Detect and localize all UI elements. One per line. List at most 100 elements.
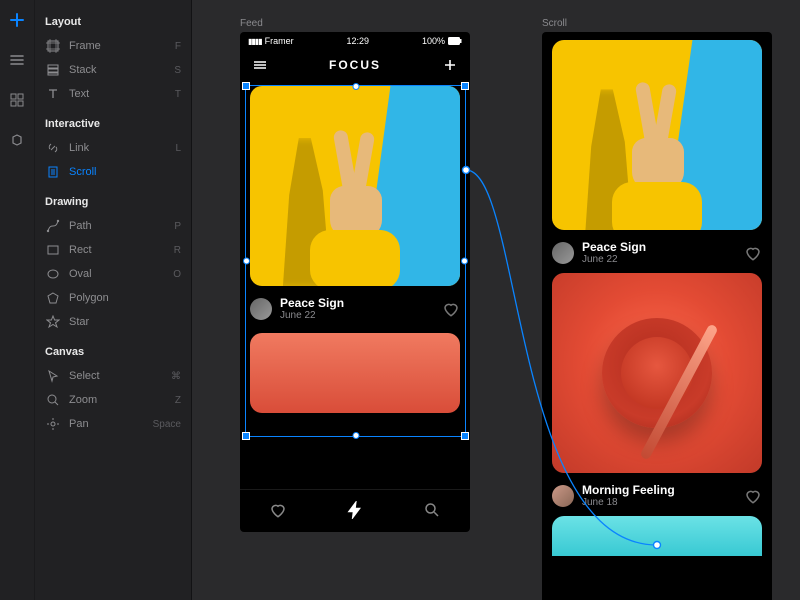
tool-pan[interactable]: Pan Space: [43, 412, 185, 436]
card-image: [250, 86, 460, 286]
tool-frame[interactable]: Frame F: [43, 34, 185, 58]
tool-label: Frame: [69, 40, 167, 52]
card-meta: Peace Sign June 22: [552, 240, 762, 265]
feed-card[interactable]: Peace Sign June 22: [250, 86, 460, 321]
hamburger-icon[interactable]: [252, 57, 268, 73]
add-button[interactable]: [3, 6, 31, 34]
scroll-frame[interactable]: Peace Sign June 22 Morning Feeling J: [542, 32, 772, 600]
shortcut: L: [175, 143, 181, 154]
group-title-canvas: Canvas: [45, 346, 185, 358]
shortcut: R: [174, 245, 181, 256]
tab-likes[interactable]: [269, 501, 287, 522]
design-canvas[interactable]: Feed Scroll ▮▮▮▮ Framer 12:29 100% FOCUS: [192, 0, 800, 600]
frame-label-scroll[interactable]: Scroll: [542, 18, 567, 29]
tool-polygon[interactable]: Polygon: [43, 286, 185, 310]
shortcut: O: [173, 269, 181, 280]
tool-path[interactable]: Path P: [43, 214, 185, 238]
frame-icon: [45, 38, 61, 54]
tool-zoom[interactable]: Zoom Z: [43, 388, 185, 412]
tool-label: Text: [69, 88, 167, 100]
group-title-layout: Layout: [45, 16, 185, 28]
battery-label: 100%: [422, 36, 445, 46]
shortcut: Z: [175, 395, 181, 406]
like-button[interactable]: [744, 244, 762, 262]
tool-label: Stack: [69, 64, 166, 76]
scroll-card[interactable]: Morning Feeling June 18: [552, 273, 762, 508]
tool-rect[interactable]: Rect R: [43, 238, 185, 262]
card-image: [552, 516, 762, 556]
scroll-card[interactable]: Peace Sign June 22: [552, 40, 762, 265]
card-image: [250, 333, 460, 413]
status-bar: ▮▮▮▮ Framer 12:29 100%: [240, 32, 470, 50]
plus-icon[interactable]: [442, 57, 458, 73]
star-icon: [45, 314, 61, 330]
stack-icon: [45, 62, 61, 78]
tool-text[interactable]: Text T: [43, 82, 185, 106]
app-title: FOCUS: [329, 58, 381, 72]
card-title: Peace Sign: [582, 240, 736, 254]
tool-label: Star: [69, 316, 173, 328]
text-icon: [45, 86, 61, 102]
tool-label: Path: [69, 220, 166, 232]
zoom-icon: [45, 392, 61, 408]
card-image: [552, 40, 762, 230]
tool-label: Select: [69, 370, 163, 382]
plus-icon: [9, 12, 25, 28]
tool-label: Link: [69, 142, 167, 154]
menu-button[interactable]: [3, 46, 31, 74]
tool-rail: [0, 0, 35, 600]
avatar[interactable]: [552, 242, 574, 264]
card-title: Morning Feeling: [582, 483, 736, 497]
insert-panel: Layout Frame F Stack S Text T Interactiv…: [35, 0, 192, 600]
tool-label: Polygon: [69, 292, 173, 304]
grid-icon: [9, 92, 25, 108]
avatar[interactable]: [552, 485, 574, 507]
tab-bar: [240, 489, 470, 532]
shortcut: P: [174, 221, 181, 232]
tool-oval[interactable]: Oval O: [43, 262, 185, 286]
feed-frame[interactable]: ▮▮▮▮ Framer 12:29 100% FOCUS: [240, 32, 470, 532]
card-image: [552, 273, 762, 473]
shortcut: F: [175, 41, 181, 52]
tool-scroll[interactable]: Scroll: [43, 160, 185, 184]
tool-label: Scroll: [69, 166, 173, 178]
path-icon: [45, 218, 61, 234]
oval-icon: [45, 266, 61, 282]
tool-stack[interactable]: Stack S: [43, 58, 185, 82]
avatar[interactable]: [250, 298, 272, 320]
shortcut: T: [175, 89, 181, 100]
tool-link[interactable]: Link L: [43, 136, 185, 160]
group-title-drawing: Drawing: [45, 196, 185, 208]
tool-select[interactable]: Select ⌘: [43, 364, 185, 388]
battery-icon: [448, 37, 462, 45]
card-date: June 18: [582, 497, 736, 508]
card-date: June 22: [582, 254, 736, 265]
like-button[interactable]: [442, 300, 460, 318]
like-button[interactable]: [744, 487, 762, 505]
tool-star[interactable]: Star: [43, 310, 185, 334]
card-meta: Morning Feeling June 18: [552, 483, 762, 508]
app-nav: FOCUS: [240, 50, 470, 80]
box-button[interactable]: [3, 126, 31, 154]
shortcut: S: [174, 65, 181, 76]
tab-search[interactable]: [423, 501, 441, 522]
feed-card[interactable]: [250, 333, 460, 413]
scroll-icon: [45, 164, 61, 180]
card-date: June 22: [280, 310, 434, 321]
card-meta: Peace Sign June 22: [250, 296, 460, 321]
shortcut: ⌘: [171, 371, 181, 382]
box-icon: [9, 132, 25, 148]
grid-button[interactable]: [3, 86, 31, 114]
menu-icon: [9, 52, 25, 68]
select-icon: [45, 368, 61, 384]
tool-label: Zoom: [69, 394, 167, 406]
tab-feed[interactable]: [346, 501, 364, 522]
tool-label: Oval: [69, 268, 165, 280]
shortcut: Space: [153, 419, 181, 430]
frame-label-feed[interactable]: Feed: [240, 18, 263, 29]
polygon-icon: [45, 290, 61, 306]
carrier-label: Framer: [265, 36, 294, 46]
group-title-interactive: Interactive: [45, 118, 185, 130]
pan-icon: [45, 416, 61, 432]
tool-label: Rect: [69, 244, 166, 256]
